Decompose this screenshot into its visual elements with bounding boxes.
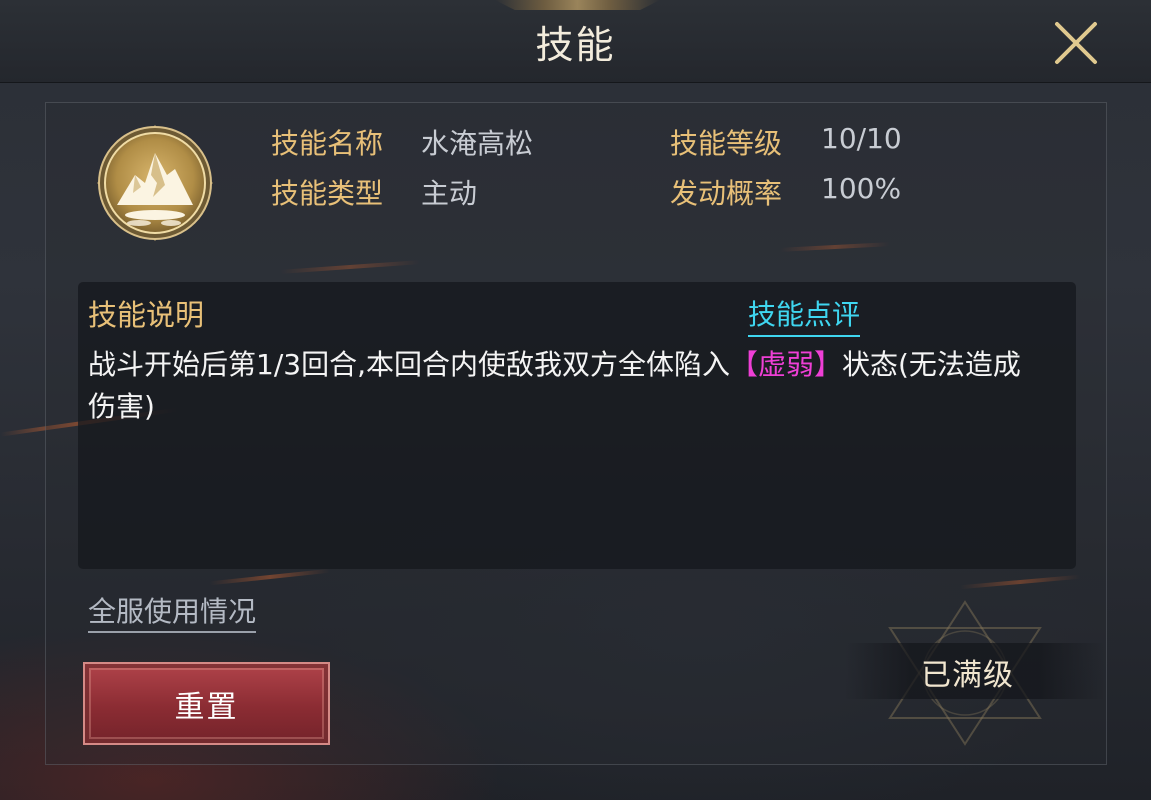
- header-ornament: [495, 0, 660, 10]
- skill-name-value: 水淹高松: [421, 127, 534, 160]
- reset-button[interactable]: 重置: [83, 662, 330, 745]
- skill-description-box: 技能说明 技能点评 战斗开始后第1/3回合,本回合内使敌我双方全体陷入【虚弱】状…: [78, 282, 1076, 569]
- skill-level-label: 技能等级: [670, 127, 783, 160]
- close-button[interactable]: [1051, 18, 1101, 68]
- trigger-chance-value: 100%: [821, 172, 902, 205]
- skill-review-link[interactable]: 技能点评: [748, 293, 861, 337]
- skill-name-label: 技能名称: [271, 127, 384, 160]
- description-text-before: 战斗开始后第1/3回合,本回合内使敌我双方全体陷入: [88, 348, 730, 381]
- weak-status-tag[interactable]: 【虚弱】: [730, 348, 842, 381]
- reset-button-label: 重置: [174, 689, 239, 725]
- close-icon: [1055, 22, 1097, 64]
- skill-type-label: 技能类型: [271, 177, 384, 210]
- skill-description-text: 战斗开始后第1/3回合,本回合内使敌我双方全体陷入【虚弱】状态(无法造成伤害): [88, 344, 1048, 428]
- skill-level-value: 10/10: [821, 122, 902, 155]
- trigger-chance-label: 发动概率: [670, 177, 783, 210]
- page-title: 技能: [535, 23, 616, 67]
- server-usage-link[interactable]: 全服使用情况: [88, 590, 257, 633]
- skill-type-value: 主动: [421, 177, 478, 210]
- skill-description-label: 技能说明: [88, 298, 205, 332]
- skill-icon: [95, 123, 215, 243]
- header-bar: 技能: [0, 0, 1151, 83]
- max-level-status: 已满级: [921, 658, 1014, 693]
- snow-mountain-icon: [97, 125, 213, 241]
